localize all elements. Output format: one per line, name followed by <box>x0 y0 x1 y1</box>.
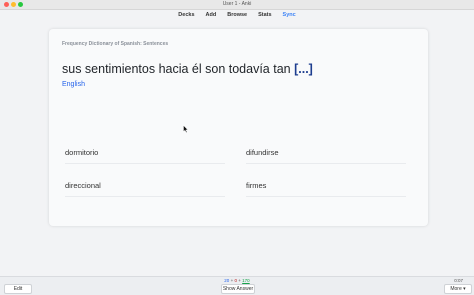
toolbar-decks-link[interactable]: Decks <box>178 12 194 18</box>
answer-timer: 0:07 <box>454 278 463 283</box>
show-answer-button[interactable]: Show Answer <box>221 284 255 294</box>
answer-choice[interactable]: difundirse <box>246 143 406 164</box>
answer-choice[interactable]: dormitorio <box>65 143 225 164</box>
toolbar-browse-link[interactable]: Browse <box>227 12 247 18</box>
more-button[interactable]: More ▾ <box>444 284 472 294</box>
window-titlebar: User 1 - Anki <box>0 0 474 10</box>
edit-button[interactable]: Edit <box>4 284 32 294</box>
answer-choice[interactable]: direccional <box>65 176 225 197</box>
due-counts: 20 + 0 + 170 <box>0 278 474 283</box>
new-count: 20 <box>224 278 230 283</box>
main-toolbar: Decks Add Browse Stats Sync <box>0 10 474 20</box>
sentence-text: sus sentimientos hacia él son todavía ta… <box>62 62 291 76</box>
review-count: 170 <box>242 278 250 283</box>
english-link[interactable]: English <box>62 81 85 88</box>
toolbar-stats-link[interactable]: Stats <box>258 12 271 18</box>
count-separator: + <box>238 278 241 283</box>
learn-count: 0 <box>234 278 237 283</box>
mouse-pointer-icon <box>183 125 189 133</box>
window-title: User 1 - Anki <box>222 1 252 7</box>
toolbar-sync-link[interactable]: Sync <box>283 12 296 18</box>
deck-title: Frequency Dictionary of Spanish: Sentenc… <box>62 41 169 47</box>
count-separator: + <box>230 278 234 283</box>
cloze-sentence: sus sentimientos hacia él son todavía ta… <box>62 62 313 76</box>
cloze-blank: [...] <box>294 62 313 76</box>
review-bottom-bar: 20 + 0 + 170 0:07 Edit Show Answer More … <box>0 276 474 295</box>
review-card: Frequency Dictionary of Spanish: Sentenc… <box>49 29 428 226</box>
answer-choice[interactable]: firmes <box>246 176 406 197</box>
toolbar-add-link[interactable]: Add <box>206 12 217 18</box>
